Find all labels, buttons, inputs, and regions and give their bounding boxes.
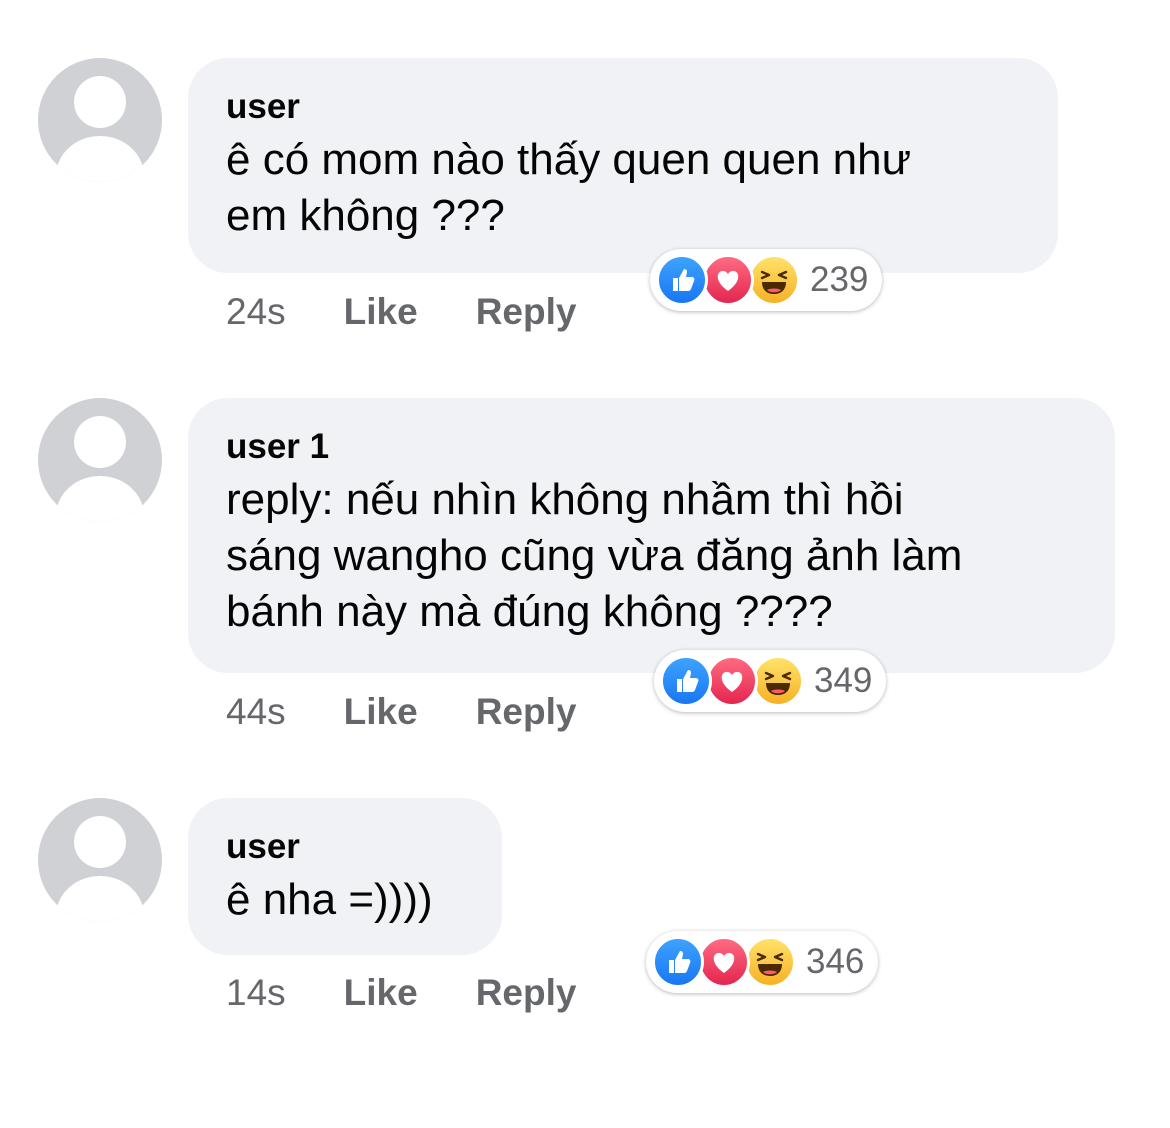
like-button[interactable]: Like [344,972,418,1014]
comment-3: user ê nha =)))) 14s Like Reply 346 [0,798,1170,1128]
avatar[interactable] [38,798,162,922]
comment-author[interactable]: user [226,86,1018,128]
like-button[interactable]: Like [344,691,418,733]
comment-actions: 24s Like Reply [226,290,576,334]
like-icon [660,655,712,707]
comment-bubble[interactable]: user ê nha =)))) [188,798,502,955]
comment-time[interactable]: 44s [226,691,286,733]
haha-icon [752,655,804,707]
comment-actions: 44s Like Reply [226,690,576,734]
reactions-summary[interactable]: 349 [654,650,887,712]
comment-actions: 14s Like Reply [226,971,576,1015]
comment-bubble[interactable]: user 1 reply: nếu nhìn không nhầm thì hồ… [188,398,1115,673]
reactions-summary[interactable]: 239 [650,249,883,311]
like-icon [652,936,704,988]
reply-button[interactable]: Reply [476,972,577,1014]
avatar[interactable] [38,398,162,522]
comment-2: user 1 reply: nếu nhìn không nhầm thì hồ… [0,398,1170,732]
love-icon [698,936,750,988]
comment-time[interactable]: 14s [226,972,286,1014]
comment-time[interactable]: 24s [226,291,286,333]
reactions-summary[interactable]: 346 [646,931,879,993]
love-icon [702,254,754,306]
like-button[interactable]: Like [344,291,418,333]
reaction-count: 239 [810,260,869,299]
comment-text: ê có mom nào thấy quen quen như em không… [226,135,912,240]
comment-author[interactable]: user 1 [226,426,1075,468]
love-icon [706,655,758,707]
comment-author[interactable]: user [226,826,462,868]
reply-button[interactable]: Reply [476,691,577,733]
like-icon [656,254,708,306]
comment-1: user ê có mom nào thấy quen quen như em … [0,58,1170,388]
haha-icon [748,254,800,306]
avatar[interactable] [38,58,162,182]
comment-bubble[interactable]: user ê có mom nào thấy quen quen như em … [188,58,1058,273]
comment-text: ê nha =)))) [226,875,433,924]
comment-text: reply: nếu nhìn không nhầm thì hồi sáng … [226,475,963,636]
reaction-count: 349 [814,661,873,700]
reaction-count: 346 [806,942,865,981]
haha-icon [744,936,796,988]
reply-button[interactable]: Reply [476,291,577,333]
